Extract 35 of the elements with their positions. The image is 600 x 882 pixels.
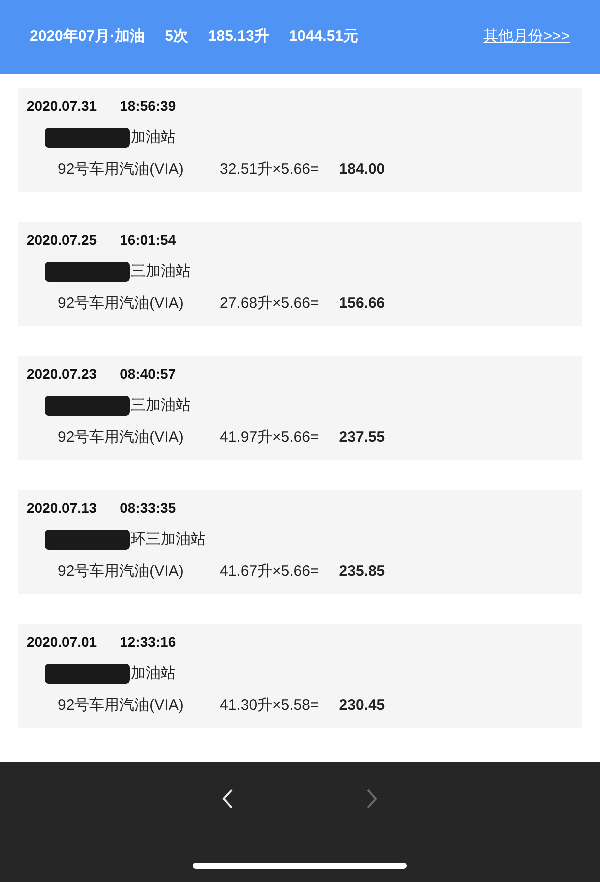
summary-text: 185.13升 [208,26,270,47]
fuel-type: 92号车用汽油(VIA) [58,696,185,716]
record-date: 2020.07.01 [27,633,98,652]
record-time: 08:33:35 [120,499,176,518]
fuel-total: 235.85 [339,562,386,582]
station-name: 三加油站 [131,262,191,282]
record-time: 16:01:54 [120,231,176,250]
fuel-calculation: 41.97升×5.66= [220,428,320,448]
fuel-total: 237.55 [339,428,386,448]
record-date: 2020.07.23 [27,365,98,384]
record-date: 2020.07.25 [27,231,98,250]
fuel-type: 92号车用汽油(VIA) [58,562,185,582]
record-time: 12:33:16 [120,633,176,652]
record-date: 2020.07.13 [27,499,98,518]
fuel-calculation: 41.30升×5.58= [220,696,320,716]
other-months-link[interactable]: 其他月份>>> [484,26,570,48]
station-name: 环三加油站 [131,530,206,550]
station-name: 加油站 [131,664,176,684]
fuel-type: 92号车用汽油(VIA) [58,160,185,180]
station-name: 三加油站 [131,396,191,416]
record-time: 08:40:57 [120,365,176,384]
record-date: 2020.07.31 [27,97,98,116]
summary-text: 1044.51元 [289,26,359,47]
record-time: 18:56:39 [120,97,176,116]
fuel-type: 92号车用汽油(VIA) [58,428,185,448]
fuel-total: 156.66 [339,294,386,314]
fuel-type: 92号车用汽油(VIA) [58,294,185,314]
fuel-calculation: 41.67升×5.66= [220,562,320,582]
fuel-calculation: 27.68升×5.66= [220,294,320,314]
fuel-total: 184.00 [339,160,386,180]
summary-text: 2020年07月·加油 [30,26,146,47]
station-name: 加油站 [131,128,176,148]
summary-text: 5次 [165,26,188,47]
fuel-calculation: 32.51升×5.66= [220,160,320,180]
fuel-total: 230.45 [339,696,386,716]
